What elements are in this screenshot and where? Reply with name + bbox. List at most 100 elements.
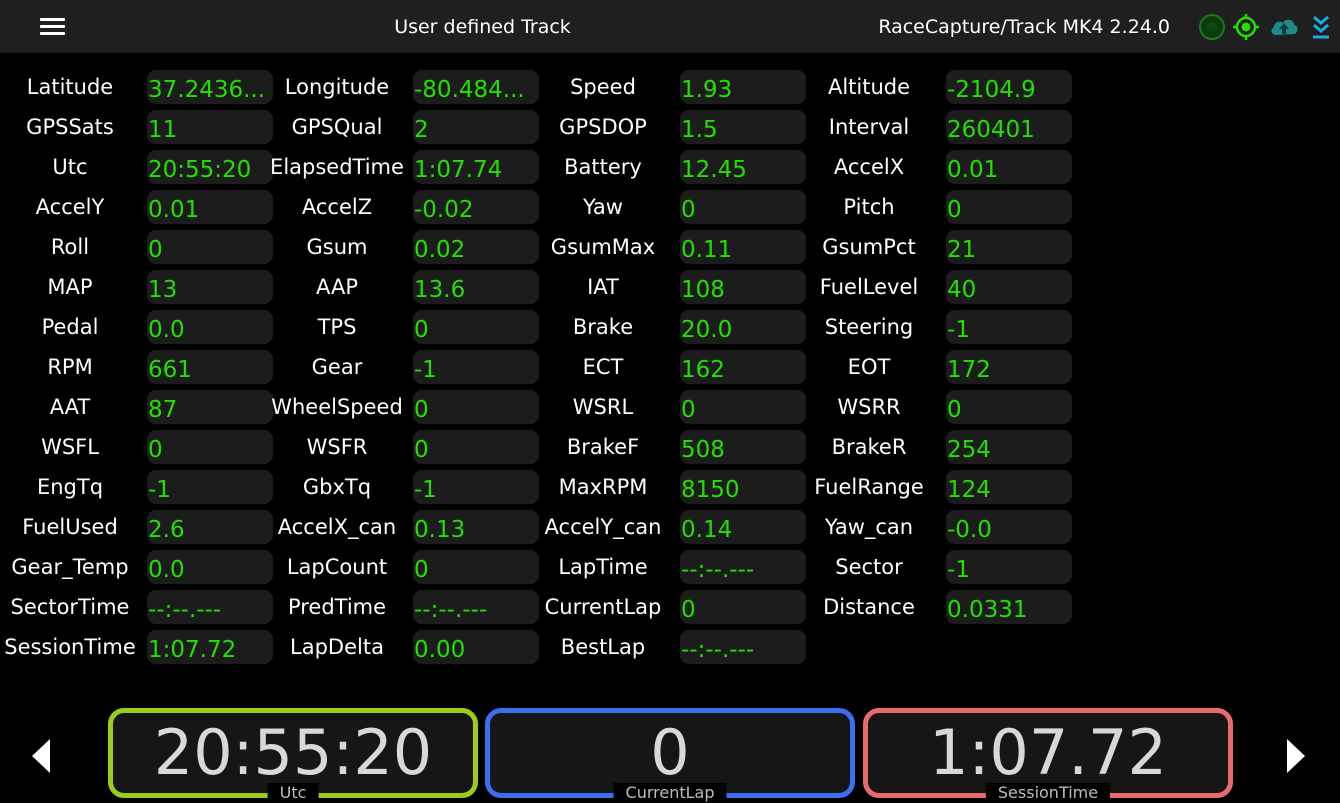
sensor-value[interactable]: 1.93 [680, 70, 806, 104]
sensor-value[interactable]: 0 [147, 230, 273, 264]
sensor-value[interactable]: 0 [413, 310, 539, 344]
sensor-value[interactable]: 0.00 [413, 630, 539, 664]
sensor-value[interactable]: 0.01 [946, 150, 1072, 184]
cloud-upload-icon[interactable] [1268, 13, 1300, 41]
sensor-value[interactable]: 0 [946, 390, 1072, 424]
sensor-value[interactable]: 0.0 [147, 310, 273, 344]
sensor-value[interactable]: 1.5 [680, 110, 806, 144]
sensor-label: Altitude [827, 75, 911, 99]
sensor-value[interactable]: 2 [413, 110, 539, 144]
sensor-value[interactable]: -1 [946, 310, 1072, 344]
sensor-value[interactable]: 0.11 [680, 230, 806, 264]
menu-icon[interactable] [40, 18, 65, 36]
sensor-value[interactable]: -0.0 [946, 510, 1072, 544]
sensor-label: LapDelta [290, 635, 384, 659]
sensor-value[interactable]: 20.0 [680, 310, 806, 344]
sensor-value[interactable]: 0.02 [413, 230, 539, 264]
sensor-value[interactable]: 12.45 [680, 150, 806, 184]
sensor-label: GPSDOP [559, 115, 647, 139]
gauge-value: 0 [650, 716, 690, 789]
sensor-value[interactable]: 508 [680, 430, 806, 464]
chevron-right-icon[interactable] [1287, 739, 1305, 773]
sensor-value[interactable]: -1 [147, 470, 273, 504]
gauge-value: 1:07.72 [929, 716, 1167, 789]
sensor-value[interactable]: 124 [946, 470, 1072, 504]
sensor-value[interactable]: 260401 [946, 110, 1072, 144]
sensor-label: AccelZ [301, 195, 373, 219]
session-time-gauge[interactable]: 1:07.72 SessionTime [863, 708, 1233, 803]
sensor-value[interactable]: --:--.--- [680, 550, 806, 584]
sensor-label: BrakeR [831, 435, 907, 459]
sensor-value[interactable]: 0 [680, 390, 806, 424]
sensor-label: Sector [835, 555, 903, 579]
sensor-value[interactable]: 1:07.74 [413, 150, 539, 184]
sensor-label: GsumMax [550, 235, 656, 259]
sensor-value[interactable]: 13.6 [413, 270, 539, 304]
sensor-label: ElapsedTime [270, 155, 404, 179]
download-arrow-icon[interactable] [1308, 13, 1334, 41]
sensor-label: CurrentLap [544, 595, 662, 619]
sensor-value[interactable]: 2.6 [147, 510, 273, 544]
sensor-value[interactable]: 37.2436... [147, 70, 273, 104]
sensor-label: WSFR [306, 435, 368, 459]
sensor-label: Gear [311, 355, 363, 379]
sensor-label: FuelLevel [819, 275, 919, 299]
sensor-value[interactable]: 0 [147, 430, 273, 464]
sensor-value[interactable]: 0 [413, 430, 539, 464]
sensor-value[interactable]: 40 [946, 270, 1072, 304]
record-status-icon[interactable] [1198, 13, 1226, 41]
sensor-label: GPSQual [291, 115, 383, 139]
sensor-value[interactable]: -1 [946, 550, 1072, 584]
sensor-value[interactable]: 0 [413, 550, 539, 584]
sensor-value[interactable]: 21 [946, 230, 1072, 264]
sensor-value[interactable]: 172 [946, 350, 1072, 384]
sensor-label: TPS [317, 315, 357, 339]
sensor-value[interactable]: 0.0331 [946, 590, 1072, 624]
sensor-label: Longitude [284, 75, 390, 99]
gauge-label: SessionTime [985, 783, 1111, 803]
sensor-value[interactable]: 108 [680, 270, 806, 304]
sensor-value[interactable]: --:--.--- [680, 630, 806, 664]
sensor-label: ECT [582, 355, 624, 379]
sensor-value[interactable]: 0.01 [147, 190, 273, 224]
sensor-value[interactable]: -1 [413, 470, 539, 504]
sensor-value[interactable]: --:--.--- [147, 590, 273, 624]
sensor-value[interactable]: 0.14 [680, 510, 806, 544]
sensor-value[interactable]: 661 [147, 350, 273, 384]
sensor-label: WheelSpeed [271, 395, 403, 419]
gps-target-icon[interactable] [1232, 13, 1260, 41]
track-title: User defined Track [394, 16, 571, 38]
sensor-label: AccelY_can [544, 515, 662, 539]
sensor-value[interactable]: -1 [413, 350, 539, 384]
sensor-value[interactable]: 20:55:20 [147, 150, 273, 184]
sensor-label: LapTime [558, 555, 648, 579]
sensor-value[interactable]: 13 [147, 270, 273, 304]
chevron-left-icon[interactable] [32, 739, 50, 773]
sensor-value[interactable]: 11 [147, 110, 273, 144]
sensor-value[interactable]: 8150 [680, 470, 806, 504]
sensor-value[interactable]: 0 [680, 190, 806, 224]
utc-gauge[interactable]: 20:55:20 Utc [108, 708, 478, 803]
sensor-value[interactable]: 1:07.72 [147, 630, 273, 664]
sensor-label: Gsum [306, 235, 368, 259]
sensor-value[interactable]: 162 [680, 350, 806, 384]
sensor-value[interactable]: 0 [946, 190, 1072, 224]
sensor-value[interactable]: 0 [413, 390, 539, 424]
sensor-value[interactable]: 0.13 [413, 510, 539, 544]
sensor-label: GsumPct [822, 235, 916, 259]
sensor-value[interactable]: 0.0 [147, 550, 273, 584]
gauge-label: CurrentLap [613, 783, 727, 803]
sensor-label: FuelRange [814, 475, 924, 499]
sensor-value[interactable]: 254 [946, 430, 1072, 464]
current-lap-gauge[interactable]: 0 CurrentLap [485, 708, 855, 803]
sensor-value[interactable]: -0.02 [413, 190, 539, 224]
sensor-label: BestLap [560, 635, 646, 659]
sensor-value[interactable]: --:--.--- [413, 590, 539, 624]
sensor-label: LapCount [286, 555, 388, 579]
sensor-value[interactable]: 0 [680, 590, 806, 624]
sensor-label: Interval [828, 115, 910, 139]
sensor-label: EOT [847, 355, 891, 379]
sensor-value[interactable]: -2104.9 [946, 70, 1072, 104]
sensor-value[interactable]: 87 [147, 390, 273, 424]
sensor-value[interactable]: -80.484... [413, 70, 539, 104]
